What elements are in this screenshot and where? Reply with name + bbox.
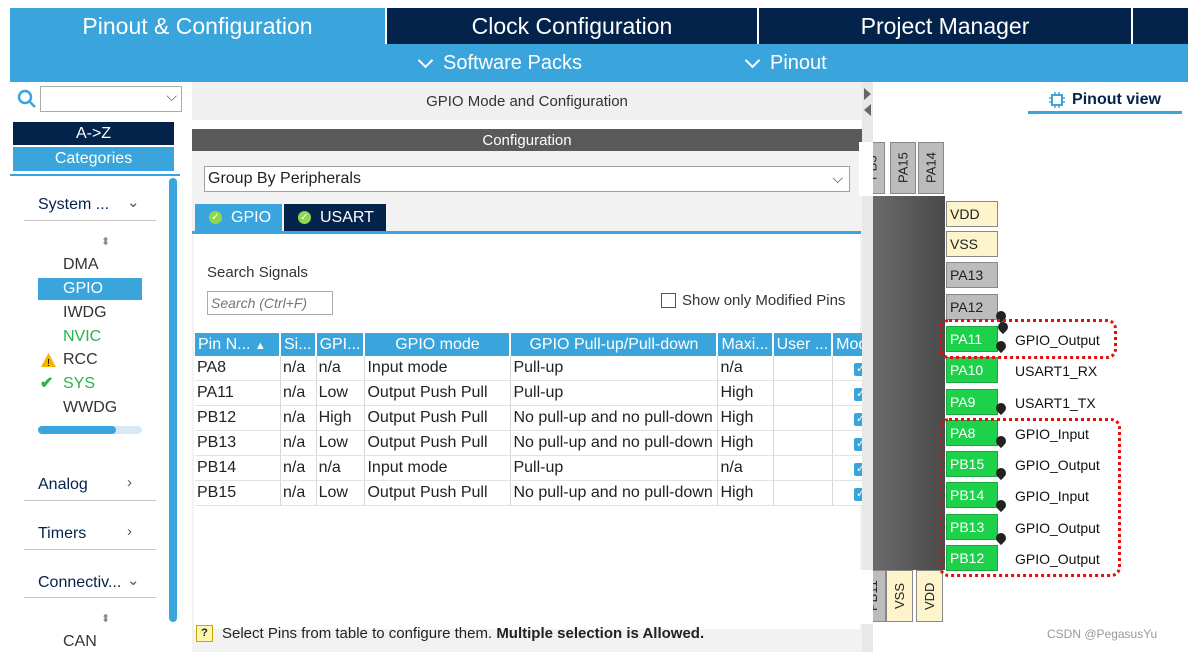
search-signals-label: Search Signals: [207, 264, 308, 281]
chevron-down-icon: [744, 52, 761, 68]
category-analog[interactable]: Analog: [38, 476, 88, 494]
column-header-pull[interactable]: GPIO Pull-up/Pull-down: [511, 333, 719, 356]
column-header-pin-name[interactable]: Pin N... ▲: [195, 333, 281, 356]
sort-icon: ⬍: [101, 236, 111, 248]
table-row[interactable]: PA11 n/a Low Output Push Pull Pull-up High ✓: [195, 381, 890, 406]
watermark: CSDN @PegasusYu: [1047, 627, 1158, 641]
tab-pinout-configuration[interactable]: Pinout & Configuration: [10, 8, 385, 44]
pin-pa10[interactable]: PA10: [946, 357, 998, 383]
checkmark-icon: ✔: [40, 375, 54, 392]
sidebar-item-nvic[interactable]: NVIC: [38, 326, 142, 348]
sidebar-item-iwdg[interactable]: IWDG: [38, 302, 142, 324]
divider: [24, 597, 156, 598]
tab-overflow: [1133, 8, 1188, 44]
sidebar-item-rcc[interactable]: ! RCC: [38, 349, 142, 371]
table-row[interactable]: PB12 n/a High Output Push Pull No pull-up an…: [195, 406, 890, 431]
tab-clock-configuration[interactable]: Clock Configuration: [387, 8, 757, 44]
pin-vss-bottom[interactable]: VSS: [886, 570, 913, 622]
component-search-input[interactable]: ⌵: [40, 86, 182, 112]
sidebar-item-dma[interactable]: DMA: [38, 254, 142, 276]
sidebar-item-gpio[interactable]: GPIO: [38, 278, 142, 300]
warning-icon: !: [41, 353, 56, 368]
panel-title: GPIO Mode and Configuration: [192, 82, 862, 120]
pin-pa13[interactable]: PA13: [946, 262, 998, 288]
categories-button[interactable]: Categories: [13, 147, 174, 171]
sidebar-item-can[interactable]: CAN: [38, 631, 142, 653]
arrow-left-icon[interactable]: [864, 104, 871, 116]
chevron-down-icon[interactable]: ⌄: [127, 571, 140, 589]
column-header-max-speed[interactable]: Maxi...: [718, 333, 774, 356]
search-signals-input[interactable]: [207, 291, 333, 315]
svg-text:!: !: [47, 358, 50, 368]
pin-pa15[interactable]: PA15: [890, 142, 916, 194]
chevron-right-icon[interactable]: ›: [127, 474, 132, 491]
search-icon[interactable]: [17, 89, 37, 109]
scrollbar-thumb[interactable]: [38, 426, 116, 434]
checkbox[interactable]: [661, 293, 676, 308]
pin-label-pa9: USART1_TX: [1015, 395, 1096, 411]
divider: [24, 500, 156, 501]
pin-vss[interactable]: VSS: [946, 231, 998, 257]
sidebar-item-sys[interactable]: ✔ SYS: [38, 373, 142, 395]
table-header-row: Pin N... ▲ Si... GPI... GPIO mode GPIO P…: [195, 333, 890, 356]
tab-label: Pinout & Configuration: [82, 12, 313, 39]
gpio-table: Pin N... ▲ Si... GPI... GPIO mode GPIO P…: [195, 333, 890, 506]
footer-hint: ? Select Pins from table to configure th…: [196, 625, 704, 642]
horizontal-scrollbar[interactable]: [38, 426, 142, 434]
table-row[interactable]: PB15 n/a Low Output Push Pull No pull-up and…: [195, 481, 890, 506]
pin-vdd[interactable]: VDD: [946, 201, 998, 227]
tab-gpio[interactable]: ✓ GPIO: [195, 204, 282, 231]
chevron-down-icon: ⌵: [166, 88, 177, 104]
tab-project-manager[interactable]: Project Manager: [759, 8, 1131, 44]
pin-pa14[interactable]: PA14: [918, 142, 944, 194]
highlight-box-pa11: [939, 319, 1117, 359]
table-row[interactable]: PA8 n/a n/a Input mode Pull-up n/a ✓: [195, 356, 890, 381]
pinout-view-button[interactable]: Pinout view: [1028, 88, 1182, 114]
mask: [859, 142, 873, 196]
pin-label-pa10: USART1_RX: [1015, 363, 1098, 379]
check-circle-icon: ✓: [209, 211, 222, 224]
tab-label: Clock Configuration: [471, 12, 673, 39]
chevron-right-icon[interactable]: ›: [127, 523, 132, 540]
highlight-box-gpio-pins: [939, 418, 1121, 577]
divider: [24, 220, 156, 221]
sub-menu-bar: [10, 44, 1188, 82]
show-modified-checkbox[interactable]: Show only Modified Pins: [661, 292, 845, 309]
sort-az-button[interactable]: A->Z: [13, 122, 174, 145]
chip-icon: [1049, 91, 1066, 108]
tab-label: Project Manager: [860, 12, 1030, 39]
sidebar-item-wwdg[interactable]: WWDG: [38, 397, 142, 419]
column-header-user-label[interactable]: User ...: [773, 333, 834, 356]
tab-usart[interactable]: ✓ USART: [284, 204, 386, 231]
sort-icon: ⬍: [101, 613, 111, 625]
column-header-gpio-output-level[interactable]: GPI...: [316, 333, 366, 356]
category-system[interactable]: System ...: [38, 196, 109, 214]
configuration-header: Configuration: [192, 129, 862, 151]
chevron-down-icon: [417, 52, 434, 68]
column-header-signal[interactable]: Si...: [281, 333, 317, 356]
chevron-down-icon[interactable]: ⌄: [127, 193, 140, 211]
table-row[interactable]: PB14 n/a n/a Input mode Pull-up n/a ✓: [195, 456, 890, 481]
group-by-select[interactable]: Group By Peripherals ⌵: [204, 166, 850, 192]
sidebar-scrollbar[interactable]: [169, 178, 177, 622]
divider: [24, 549, 156, 550]
software-packs-menu[interactable]: Software Packs: [417, 50, 582, 76]
pinout-menu[interactable]: Pinout: [744, 50, 827, 76]
menu-label: Software Packs: [443, 51, 582, 74]
column-header-gpio-mode[interactable]: GPIO mode: [365, 333, 512, 356]
category-connectivity[interactable]: Connectiv...: [38, 574, 121, 592]
check-circle-icon: ✓: [298, 211, 311, 224]
pin-pa9[interactable]: PA9: [946, 389, 998, 415]
help-icon: ?: [196, 625, 213, 642]
chevron-down-icon: ⌵: [832, 170, 843, 186]
arrow-right-icon[interactable]: [864, 88, 871, 100]
pin-pa12[interactable]: PA12: [946, 294, 998, 320]
table-row[interactable]: PB13 n/a Low Output Push Pull No pull-up and…: [195, 431, 890, 456]
category-timers[interactable]: Timers: [38, 525, 86, 543]
mcu-chip-body: [873, 196, 945, 570]
divider: [10, 174, 180, 176]
mask: [859, 570, 873, 624]
pin-vdd-bottom[interactable]: VDD: [916, 570, 943, 622]
menu-label: Pinout: [770, 51, 827, 74]
